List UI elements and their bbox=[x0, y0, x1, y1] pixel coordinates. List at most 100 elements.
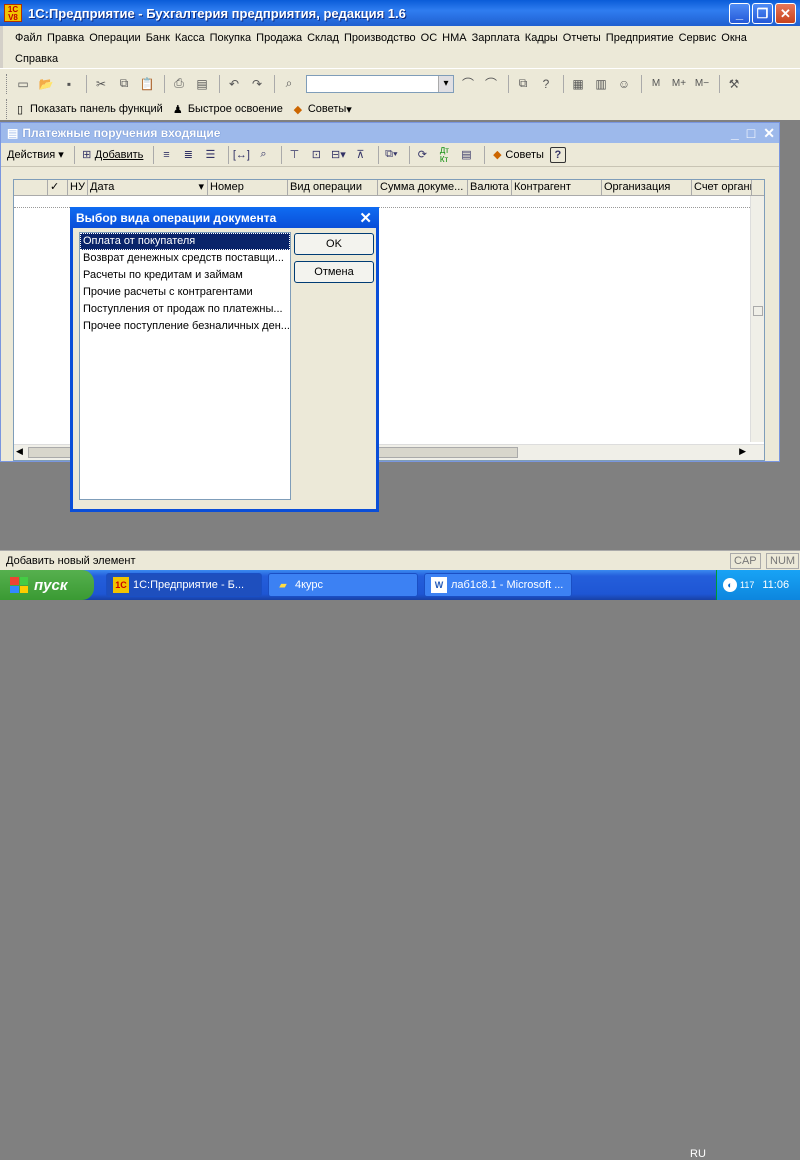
column-currency[interactable]: Валюта bbox=[468, 180, 512, 195]
new-document-icon[interactable]: ▭ bbox=[13, 74, 33, 94]
menu-item-8[interactable]: Производство bbox=[344, 28, 420, 49]
filter-value-button[interactable]: ⊡ bbox=[308, 147, 324, 163]
cut-icon[interactable]: ✂ bbox=[91, 74, 111, 94]
dt-kt-button[interactable]: Дт Кт bbox=[436, 146, 452, 164]
operation-type-item[interactable]: Расчеты по кредитам и займам bbox=[80, 267, 290, 284]
taskbar-item-1c[interactable]: 1C 1С:Предприятие - Б... bbox=[106, 573, 262, 597]
column-operation[interactable]: Вид операции bbox=[288, 180, 378, 195]
tools-icon[interactable]: ⚒ bbox=[724, 74, 744, 94]
menu-item-7[interactable]: Склад bbox=[307, 28, 343, 49]
menu-item-16[interactable]: Окна bbox=[721, 28, 751, 49]
menu-item-1[interactable]: Правка bbox=[47, 28, 88, 49]
column-counterparty[interactable]: Контрагент bbox=[512, 180, 602, 195]
toolbar-grip[interactable] bbox=[6, 99, 9, 119]
menu-item-4[interactable]: Касса bbox=[175, 28, 209, 49]
redo-icon[interactable]: ↷ bbox=[247, 74, 267, 94]
mdi-minimize-button[interactable]: _ bbox=[731, 125, 739, 142]
undo-icon[interactable]: ↶ bbox=[224, 74, 244, 94]
clear-filter-button[interactable]: ⊼ bbox=[352, 147, 368, 163]
minimize-button[interactable]: _ bbox=[729, 3, 750, 24]
menu-item-5[interactable]: Покупка bbox=[210, 28, 256, 49]
column-icon[interactable]: ✓ bbox=[48, 180, 68, 195]
column-nu[interactable]: НУ bbox=[68, 180, 88, 195]
memory-mplus-icon[interactable]: M+ bbox=[669, 74, 689, 94]
paste-icon[interactable]: 📋 bbox=[137, 74, 157, 94]
calendar-icon[interactable]: ▥ bbox=[591, 74, 611, 94]
menu-item-11[interactable]: Зарплата bbox=[472, 28, 524, 49]
column-sum[interactable]: Сумма докуме... bbox=[378, 180, 468, 195]
toolbar-grip[interactable] bbox=[6, 73, 9, 94]
functions-panel-button[interactable]: ▯ Показать панель функций bbox=[13, 102, 163, 116]
operation-type-item[interactable]: Оплата от покупателя bbox=[80, 233, 290, 250]
report-button[interactable]: ▤ bbox=[458, 147, 474, 163]
menu-item-14[interactable]: Предприятие bbox=[606, 28, 678, 49]
tips-button[interactable]: ◆ Советы ▾ bbox=[291, 102, 352, 116]
find-icon[interactable]: ⌕ bbox=[279, 74, 299, 94]
column-account[interactable]: Счет организа... bbox=[692, 180, 752, 195]
taskbar-item-word[interactable]: Wлаб1с8.1 - Microsoft ... bbox=[424, 573, 572, 597]
calculator-icon[interactable]: ▦ bbox=[568, 74, 588, 94]
column-number[interactable]: Номер bbox=[208, 180, 288, 195]
copy-row-button[interactable]: ≡ bbox=[158, 147, 174, 163]
cancel-button[interactable]: Отмена bbox=[294, 261, 374, 283]
menu-item-2[interactable]: Операции bbox=[89, 28, 144, 49]
vertical-scrollbar[interactable] bbox=[750, 196, 764, 442]
operation-type-item[interactable]: Прочее поступление безналичных ден... bbox=[80, 318, 290, 335]
edit-row-button[interactable]: ≣ bbox=[180, 147, 196, 163]
print-icon[interactable]: ⎙ bbox=[169, 74, 189, 94]
save-icon[interactable]: ▪ bbox=[59, 74, 79, 94]
menu-item-6[interactable]: Продажа bbox=[256, 28, 306, 49]
operation-type-list[interactable]: Оплата от покупателя Возврат денежных сре… bbox=[79, 232, 291, 500]
find-prev-icon[interactable]: ⌒ bbox=[481, 74, 501, 94]
ok-button[interactable]: OK bbox=[294, 233, 374, 255]
menu-item-15[interactable]: Сервис bbox=[679, 28, 721, 49]
menu-item-13[interactable]: Отчеты bbox=[563, 28, 605, 49]
menu-item-17[interactable]: Справка bbox=[15, 49, 62, 70]
menu-item-10[interactable]: НМА bbox=[442, 28, 470, 49]
actions-menu-button[interactable]: Действия ▾ bbox=[7, 148, 64, 162]
scroll-right-icon[interactable]: ▶ bbox=[739, 446, 746, 457]
maximize-button[interactable]: ❐ bbox=[752, 3, 773, 24]
find-next-icon[interactable]: ⌒ bbox=[458, 74, 478, 94]
quick-start-button[interactable]: ♟ Быстрое освоение bbox=[171, 102, 283, 116]
tray-network-icon[interactable]: ◐ bbox=[723, 578, 737, 592]
preview-icon[interactable]: ▤ bbox=[192, 74, 212, 94]
search-combo[interactable] bbox=[306, 74, 454, 93]
menu-item-3[interactable]: Банк bbox=[146, 28, 174, 49]
language-indicator[interactable]: RU bbox=[690, 1148, 706, 1160]
column-organization[interactable]: Организация bbox=[602, 180, 692, 195]
1c-help-icon[interactable]: ? bbox=[536, 74, 556, 94]
dialog-close-button[interactable]: ✕ bbox=[359, 209, 372, 227]
windows-icon[interactable]: ⧉ bbox=[513, 74, 533, 94]
operation-type-item[interactable]: Прочие расчеты с контрагентами bbox=[80, 284, 290, 301]
delete-row-button[interactable]: ☰ bbox=[202, 147, 218, 163]
filter-button[interactable]: ⊤ bbox=[286, 147, 302, 163]
scroll-left-icon[interactable]: ◀ bbox=[16, 446, 23, 457]
menu-item-0[interactable]: Файл bbox=[15, 28, 46, 49]
copy-icon[interactable]: ⧉ bbox=[114, 74, 134, 94]
operation-type-item[interactable]: Возврат денежных средств поставщи... bbox=[80, 250, 290, 267]
interval-button[interactable]: [↔] bbox=[233, 147, 250, 163]
column-marker[interactable] bbox=[14, 180, 48, 195]
memory-m-icon[interactable]: M bbox=[646, 74, 666, 94]
tray-counter[interactable]: 117 bbox=[740, 580, 754, 590]
column-date[interactable]: Дата ▾ bbox=[88, 180, 208, 195]
mdi-tips-button[interactable]: ◆ Советы bbox=[489, 147, 544, 163]
mdi-maximize-button[interactable]: □ bbox=[747, 125, 755, 142]
open-folder-icon[interactable]: 📂 bbox=[36, 74, 56, 94]
memory-mminus-icon[interactable]: M− bbox=[692, 74, 712, 94]
mdi-close-button[interactable]: ✕ bbox=[763, 125, 775, 142]
close-button[interactable]: ✕ bbox=[775, 3, 796, 24]
menu-item-9[interactable]: ОС bbox=[421, 28, 442, 49]
user-icon[interactable]: ☺ bbox=[614, 74, 634, 94]
hierarchy-button[interactable]: ⧉▾ bbox=[383, 147, 399, 163]
search-button[interactable]: ⌕ bbox=[255, 147, 271, 163]
menu-item-12[interactable]: Кадры bbox=[525, 28, 562, 49]
filter-history-button[interactable]: ⊟▾ bbox=[330, 147, 346, 163]
refresh-button[interactable]: ⟳ bbox=[414, 147, 430, 163]
start-button[interactable]: пуск bbox=[0, 570, 94, 600]
add-button[interactable]: ⊞ Добавить bbox=[79, 147, 143, 163]
taskbar-item-folder[interactable]: ▰ 4курс bbox=[268, 573, 418, 597]
operation-type-item[interactable]: Поступления от продаж по платежны... bbox=[80, 301, 290, 318]
help-button[interactable]: ? bbox=[549, 146, 566, 163]
